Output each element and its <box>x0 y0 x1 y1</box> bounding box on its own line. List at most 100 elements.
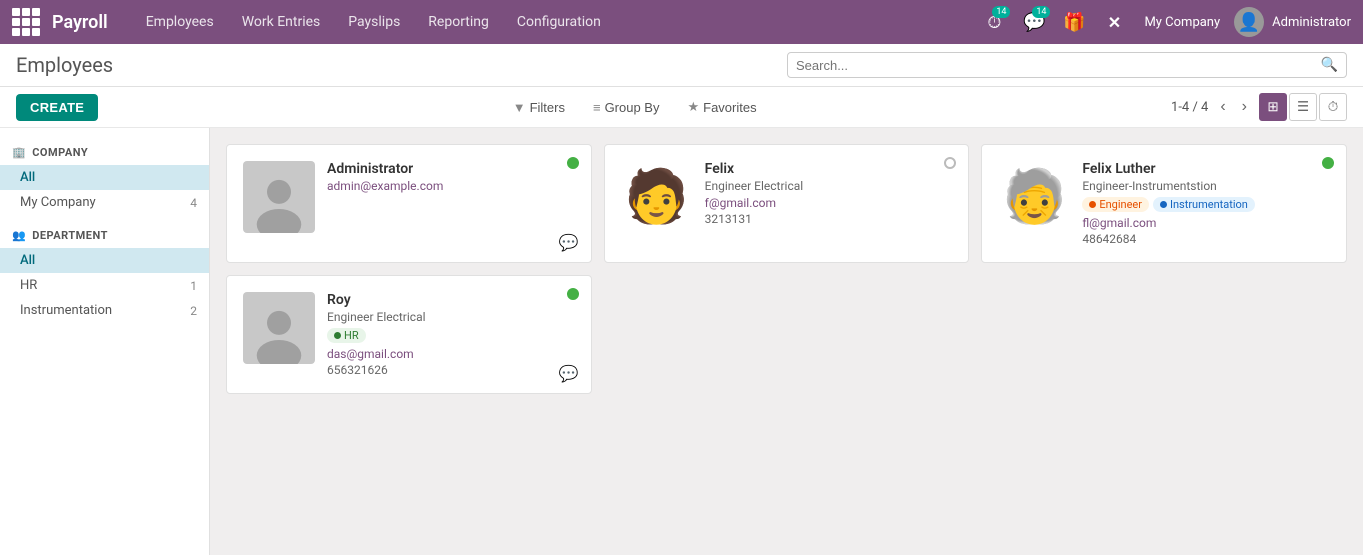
favorites-button[interactable]: ★ Favorites <box>681 95 762 119</box>
card-email-admin: admin@example.com <box>327 179 575 193</box>
sidebar-item-my-company[interactable]: My Company 4 <box>0 190 209 215</box>
username: Administrator <box>1272 15 1351 30</box>
avatar-felix: 🧑 <box>621 161 693 233</box>
filter-group: ▼ Filters ≡ Group By ★ Favorites <box>507 95 763 119</box>
tag-hr: HR <box>327 328 366 343</box>
action-bar: CREATE ▼ Filters ≡ Group By ★ Favorites … <box>0 87 1363 128</box>
company-section-label: COMPANY <box>32 146 88 159</box>
sidebar-item-hr-label: HR <box>20 278 37 293</box>
card-email-roy: das@gmail.com <box>327 347 575 361</box>
card-email-felix-luther: fl@gmail.com <box>1082 216 1330 230</box>
tag-dot-instrumentation <box>1160 201 1167 208</box>
avatar-admin <box>243 161 315 233</box>
nav-configuration[interactable]: Configuration <box>503 0 615 44</box>
card-name-felix: Felix <box>705 161 953 177</box>
employee-card-admin[interactable]: Administrator admin@example.com 💬 <box>226 144 592 263</box>
sidebar-item-all-dept[interactable]: All <box>0 248 209 273</box>
card-phone-felix-luther: 48642684 <box>1082 232 1330 246</box>
next-page-button[interactable]: › <box>1238 96 1251 118</box>
card-chat-roy[interactable]: 💬 <box>559 364 579 383</box>
sidebar-item-hr-count: 1 <box>190 279 197 293</box>
sidebar-item-instrumentation-count: 2 <box>190 304 197 318</box>
top-navigation: Payroll Employees Work Entries Payslips … <box>0 0 1363 44</box>
tag-engineer-label: Engineer <box>1099 198 1142 211</box>
search-input[interactable] <box>796 58 1321 73</box>
prev-page-button[interactable]: ‹ <box>1216 96 1229 118</box>
tag-engineer: Engineer <box>1082 197 1149 212</box>
sidebar-item-all-company-label: All <box>20 170 35 185</box>
create-button[interactable]: CREATE <box>16 94 98 121</box>
employee-card-roy[interactable]: Roy Engineer Electrical HR das@gmail.com… <box>226 275 592 394</box>
company-section-title: 🏢 COMPANY <box>0 140 209 165</box>
kanban-view-button[interactable]: ⊞ <box>1259 93 1287 121</box>
favorites-label: Favorites <box>703 100 756 115</box>
avatar-felix-luther: 🧓 <box>998 161 1070 233</box>
activity-icon[interactable]: ⏱ 14 <box>978 6 1010 38</box>
tag-instrumentation-label: Instrumentation <box>1170 198 1248 211</box>
gift-icon[interactable]: 🎁 <box>1058 6 1090 38</box>
nav-payslips[interactable]: Payslips <box>334 0 414 44</box>
sidebar-item-hr[interactable]: HR 1 <box>0 273 209 298</box>
view-toggle: ⊞ ☰ ⏱ <box>1259 93 1347 121</box>
sidebar-item-all-dept-label: All <box>20 253 35 268</box>
card-info-felix: Felix Engineer Electrical f@gmail.com 32… <box>705 161 953 226</box>
employee-card-felix-luther[interactable]: 🧓 Felix Luther Engineer-Instrumentstion … <box>981 144 1347 263</box>
company-section-icon: 🏢 <box>12 146 26 159</box>
messages-badge: 14 <box>1032 6 1050 18</box>
nav-work-entries[interactable]: Work Entries <box>228 0 335 44</box>
list-view-button[interactable]: ☰ <box>1289 93 1317 121</box>
messages-icon[interactable]: 💬 14 <box>1018 6 1050 38</box>
card-name-roy: Roy <box>327 292 575 308</box>
sidebar: 🏢 COMPANY All My Company 4 👥 DEPARTMENT … <box>0 128 210 555</box>
card-info-roy: Roy Engineer Electrical HR das@gmail.com… <box>327 292 575 377</box>
group-by-button[interactable]: ≡ Group By <box>587 96 666 119</box>
card-status-roy <box>567 288 579 300</box>
action-left: CREATE <box>16 94 98 121</box>
tag-hr-label: HR <box>344 329 359 342</box>
card-email-felix: f@gmail.com <box>705 196 953 210</box>
card-chat-admin[interactable]: 💬 <box>559 233 579 252</box>
filters-label: Filters <box>530 100 565 115</box>
sidebar-item-all-company[interactable]: All <box>0 165 209 190</box>
department-section-label: DEPARTMENT <box>32 229 108 242</box>
department-section-title: 👥 DEPARTMENT <box>0 223 209 248</box>
pagination-area: 1-4 / 4 ‹ › ⊞ ☰ ⏱ <box>1171 93 1347 121</box>
top-right-actions: ⏱ 14 💬 14 🎁 ✕ My Company 👤 Administrator <box>978 6 1351 38</box>
sidebar-item-instrumentation[interactable]: Instrumentation 2 <box>0 298 209 323</box>
card-title-roy: Engineer Electrical <box>327 310 575 324</box>
close-icon[interactable]: ✕ <box>1098 6 1130 38</box>
main-content: 🏢 COMPANY All My Company 4 👥 DEPARTMENT … <box>0 128 1363 555</box>
nav-reporting[interactable]: Reporting <box>414 0 503 44</box>
nav-links: Employees Work Entries Payslips Reportin… <box>132 0 975 44</box>
card-phone-roy: 656321626 <box>327 363 575 377</box>
filters-button[interactable]: ▼ Filters <box>507 96 571 119</box>
card-status-admin <box>567 157 579 169</box>
card-phone-felix: 3213131 <box>705 212 953 226</box>
card-info-admin: Administrator admin@example.com <box>327 161 575 195</box>
card-tags-felix-luther: Engineer Instrumentation <box>1082 197 1330 212</box>
avatar[interactable]: 👤 <box>1234 7 1264 37</box>
filter-funnel-icon: ▼ <box>513 100 526 115</box>
card-info-felix-luther: Felix Luther Engineer-Instrumentstion En… <box>1082 161 1330 246</box>
group-by-icon: ≡ <box>593 100 601 115</box>
cards-area: Administrator admin@example.com 💬 🧑 Feli… <box>210 128 1363 555</box>
nav-employees[interactable]: Employees <box>132 0 228 44</box>
page-header: Employees 🔍 <box>0 44 1363 87</box>
department-section-icon: 👥 <box>12 229 26 242</box>
page: Employees 🔍 CREATE ▼ Filters ≡ Group By … <box>0 44 1363 555</box>
pagination-text: 1-4 / 4 <box>1171 100 1208 115</box>
card-status-felix-luther <box>1322 157 1334 169</box>
star-icon: ★ <box>687 99 699 115</box>
card-title-felix-luther: Engineer-Instrumentstion <box>1082 179 1330 193</box>
company-name[interactable]: My Company <box>1144 15 1220 30</box>
activity-badge: 14 <box>992 6 1010 18</box>
group-by-label: Group By <box>605 100 660 115</box>
card-name-felix-luther: Felix Luther <box>1082 161 1330 177</box>
search-bar[interactable]: 🔍 <box>787 52 1347 78</box>
employee-card-felix[interactable]: 🧑 Felix Engineer Electrical f@gmail.com … <box>604 144 970 263</box>
card-status-felix <box>944 157 956 169</box>
app-name: Payroll <box>52 12 108 33</box>
app-grid-icon[interactable] <box>12 8 40 36</box>
cards-grid: Administrator admin@example.com 💬 🧑 Feli… <box>226 144 1347 394</box>
activity-view-button[interactable]: ⏱ <box>1319 93 1347 121</box>
